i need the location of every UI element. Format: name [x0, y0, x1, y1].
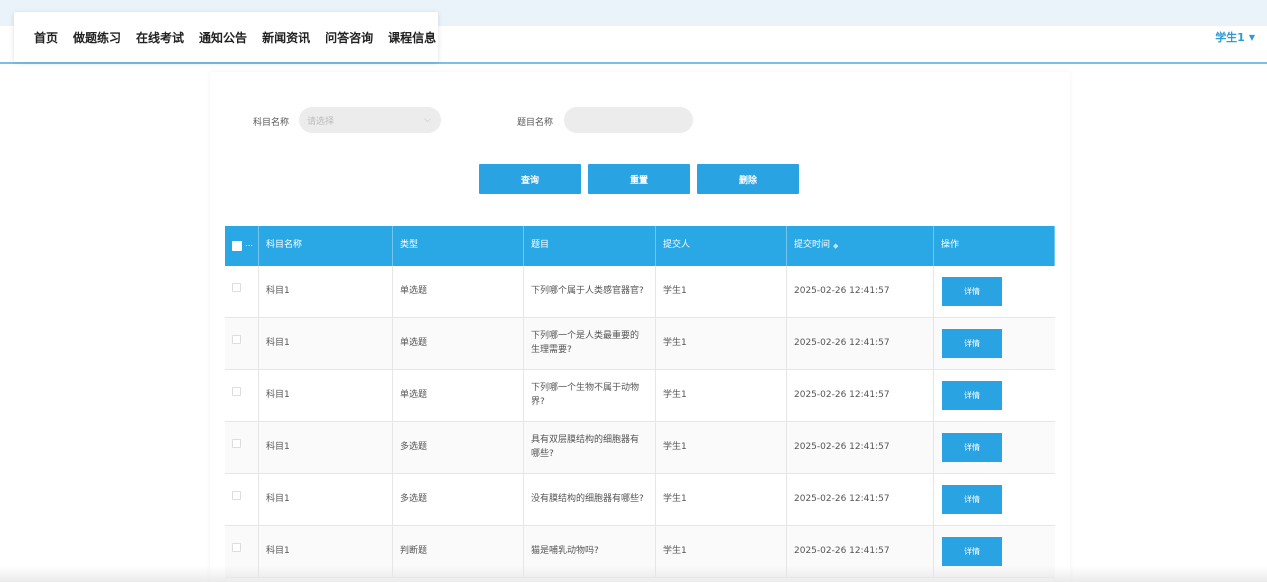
- question-input[interactable]: [564, 107, 693, 133]
- nav-item-notices[interactable]: 通知公告: [199, 29, 247, 46]
- table-row: 科目1 多选题 具有双层膜结构的细胞器有哪些? 学生1 2025-02-26 1…: [225, 422, 1055, 474]
- header-subject: 科目名称: [259, 226, 393, 266]
- row-subject: 科目1: [259, 318, 393, 369]
- nav-item-qa[interactable]: 问答咨询: [325, 29, 373, 46]
- row-actions: 详情: [934, 422, 1055, 473]
- delete-button[interactable]: 删除: [697, 164, 799, 194]
- top-bar: 首页 做题练习 在线考试 通知公告 新闻资讯 问答咨询 课程信息 学生1 ▼: [0, 0, 1267, 64]
- row-actions: 详情: [934, 474, 1055, 525]
- user-name: 学生1: [1215, 31, 1245, 44]
- row-checkbox[interactable]: [232, 491, 241, 500]
- caret-down-icon: ▼: [1248, 32, 1255, 42]
- row-subject: 科目1: [259, 370, 393, 421]
- row-actions: 详情: [934, 318, 1055, 369]
- nav-item-home[interactable]: 首页: [34, 29, 58, 46]
- row-subject: 科目1: [259, 422, 393, 473]
- detail-button[interactable]: 详情: [942, 277, 1002, 306]
- row-checkbox-cell: [225, 266, 259, 317]
- user-menu[interactable]: 学生1 ▼: [1215, 29, 1255, 45]
- row-checkbox[interactable]: [232, 387, 241, 396]
- select-all-cell: ⋯: [225, 226, 259, 266]
- row-submit-time: 2025-02-26 12:41:57: [787, 370, 934, 421]
- row-type: 单选题: [393, 266, 524, 317]
- question-table: ⋯ 科目名称 类型 题目 提交人 提交时间 ◆ 操作 科目1 单选题 下列哪个属…: [225, 226, 1055, 578]
- select-all-checkbox[interactable]: [232, 241, 242, 251]
- header-submit-time[interactable]: 提交时间 ◆: [787, 226, 934, 266]
- table-row: 科目1 单选题 下列哪一个是人类最重要的生理需要? 学生1 2025-02-26…: [225, 318, 1055, 370]
- row-checkbox[interactable]: [232, 335, 241, 344]
- row-question: 下列哪一个是人类最重要的生理需要?: [524, 318, 656, 369]
- row-checkbox[interactable]: [232, 543, 241, 552]
- table-row: 科目1 单选题 下列哪个属于人类感官器官? 学生1 2025-02-26 12:…: [225, 266, 1055, 318]
- row-actions: 详情: [934, 266, 1055, 317]
- header-question: 题目: [524, 226, 656, 266]
- row-checkbox[interactable]: [232, 283, 241, 292]
- detail-button[interactable]: 详情: [942, 381, 1002, 410]
- table-row: 科目1 多选题 没有膜结构的细胞器有哪些? 学生1 2025-02-26 12:…: [225, 474, 1055, 526]
- row-type: 多选题: [393, 474, 524, 525]
- row-submitter: 学生1: [656, 266, 787, 317]
- subject-select-placeholder: 请选择: [307, 116, 335, 127]
- header-submitter: 提交人: [656, 226, 787, 266]
- row-type: 多选题: [393, 422, 524, 473]
- main-nav: 首页 做题练习 在线考试 通知公告 新闻资讯 问答咨询 课程信息: [14, 12, 438, 62]
- row-checkbox-cell: [225, 370, 259, 421]
- row-type: 单选题: [393, 370, 524, 421]
- nav-item-news[interactable]: 新闻资讯: [262, 29, 310, 46]
- header-type: 类型: [393, 226, 524, 266]
- table-row: 科目1 单选题 下列哪一个生物不属于动物界? 学生1 2025-02-26 12…: [225, 370, 1055, 422]
- subject-select[interactable]: 请选择 ⌵: [299, 107, 441, 133]
- row-subject: 科目1: [259, 474, 393, 525]
- row-submit-time: 2025-02-26 12:41:57: [787, 422, 934, 473]
- row-checkbox-cell: [225, 474, 259, 525]
- row-question: 具有双层膜结构的细胞器有哪些?: [524, 422, 656, 473]
- row-subject: 科目1: [259, 266, 393, 317]
- row-question: 下列哪一个生物不属于动物界?: [524, 370, 656, 421]
- row-submitter: 学生1: [656, 370, 787, 421]
- question-label: 题目名称: [517, 118, 554, 128]
- chevron-down-icon: ⌵: [424, 115, 431, 125]
- table-header: ⋯ 科目名称 类型 题目 提交人 提交时间 ◆ 操作: [225, 226, 1055, 266]
- detail-button[interactable]: 详情: [942, 433, 1002, 462]
- row-question: 没有膜结构的细胞器有哪些?: [524, 474, 656, 525]
- row-checkbox[interactable]: [232, 439, 241, 448]
- row-submit-time: 2025-02-26 12:41:57: [787, 266, 934, 317]
- bottom-fade: [0, 566, 1267, 582]
- detail-button[interactable]: 详情: [942, 485, 1002, 514]
- row-submitter: 学生1: [656, 422, 787, 473]
- header-actions: 操作: [934, 226, 1055, 266]
- row-checkbox-cell: [225, 422, 259, 473]
- more-icon: ⋯: [245, 241, 253, 250]
- row-submit-time: 2025-02-26 12:41:57: [787, 318, 934, 369]
- row-type: 单选题: [393, 318, 524, 369]
- subject-label: 科目名称: [253, 118, 290, 128]
- table-body: 科目1 单选题 下列哪个属于人类感官器官? 学生1 2025-02-26 12:…: [225, 266, 1055, 578]
- row-question: 下列哪个属于人类感官器官?: [524, 266, 656, 317]
- row-actions: 详情: [934, 370, 1055, 421]
- nav-item-online-exam[interactable]: 在线考试: [136, 29, 184, 46]
- nav-item-courses[interactable]: 课程信息: [388, 29, 436, 46]
- detail-button[interactable]: 详情: [942, 537, 1002, 566]
- detail-button[interactable]: 详情: [942, 329, 1002, 358]
- header-submit-time-label: 提交时间: [794, 240, 831, 251]
- nav-item-practice[interactable]: 做题练习: [73, 29, 121, 46]
- query-button[interactable]: 查询: [479, 164, 581, 194]
- row-submitter: 学生1: [656, 474, 787, 525]
- reset-button[interactable]: 重置: [588, 164, 690, 194]
- sort-icon[interactable]: ◆: [833, 241, 838, 252]
- row-submitter: 学生1: [656, 318, 787, 369]
- row-submit-time: 2025-02-26 12:41:57: [787, 474, 934, 525]
- row-checkbox-cell: [225, 318, 259, 369]
